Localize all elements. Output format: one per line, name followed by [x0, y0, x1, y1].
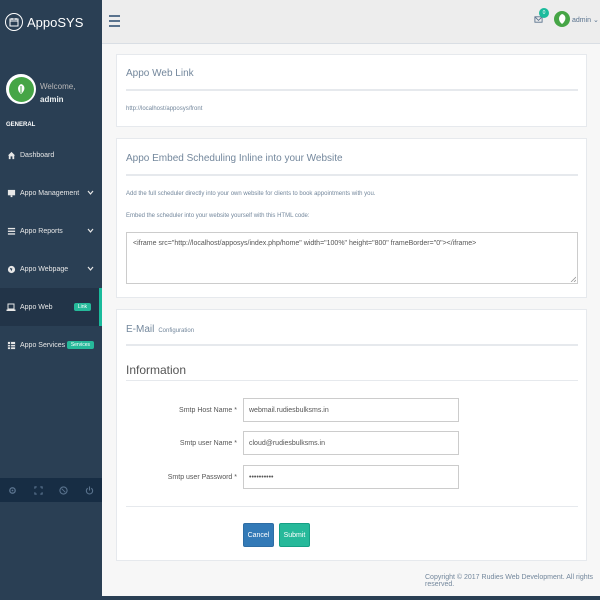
globe-icon: [6, 264, 16, 274]
smtp-password-input[interactable]: ••••••••••: [243, 465, 459, 489]
smtp-host-value: webmail.rudiesbulksms.in: [249, 406, 329, 414]
notification-badge: 0: [539, 8, 549, 18]
sidebar-item-label: Appo Reports: [20, 227, 63, 235]
calendar-icon: [5, 13, 23, 31]
sidebar-item-appo-web[interactable]: Appo Web Link: [0, 288, 102, 326]
smtp-host-input[interactable]: webmail.rudiesbulksms.in: [243, 398, 459, 422]
lock-icon[interactable]: [59, 485, 69, 495]
panel-title: Appo Web Link: [126, 68, 194, 79]
menu-toggle-icon[interactable]: [109, 14, 120, 30]
divider: [126, 89, 578, 91]
chevron-down-icon: [87, 190, 94, 197]
sidebar-item-label: Dashboard: [20, 151, 55, 159]
user-avatar[interactable]: [554, 11, 570, 27]
panel-title: Appo Embed Scheduling Inline into your W…: [126, 153, 343, 164]
smtp-host-label: Smtp Host Name *: [179, 407, 237, 414]
smtp-user-label: Smtp user Name *: [179, 440, 237, 447]
sidebar-item-appo-services[interactable]: Appo Services Services: [0, 326, 102, 364]
laptop-icon: [6, 302, 16, 312]
user-name: admin: [572, 17, 592, 24]
panel-title: E-Mail Configuration: [126, 324, 194, 335]
email-title: E-Mail: [126, 324, 155, 335]
sidebar-item-appo-webpage[interactable]: Appo Webpage: [0, 250, 102, 288]
sidebar-item-dashboard[interactable]: Dashboard: [0, 136, 102, 174]
cancel-button[interactable]: Cancel: [243, 523, 274, 547]
footer-copyright: Copyright © 2017 Rudies Web Development.…: [425, 574, 594, 588]
embed-instruction: Embed the scheduler into your website yo…: [126, 213, 310, 219]
link-badge: Link: [73, 303, 91, 311]
fullscreen-icon[interactable]: [33, 485, 43, 495]
embed-description: Add the full scheduler directly into you…: [126, 191, 376, 197]
chevron-down-icon: [87, 266, 94, 273]
brand-name: AppoSYS: [27, 14, 84, 30]
divider: [126, 506, 578, 507]
sidebar-item-appo-reports[interactable]: Appo Reports: [0, 212, 102, 250]
brand[interactable]: AppoSYS: [0, 0, 102, 44]
avatar: [6, 74, 36, 104]
sidebar-menu: Dashboard Appo Management Appo Reports A…: [0, 136, 102, 364]
welcome-text: Welcome,: [40, 82, 76, 91]
smtp-user-input[interactable]: cloud@rudiesbulksms.in: [243, 431, 459, 455]
resize-grip-icon[interactable]: [570, 276, 577, 283]
chevron-down-icon: [87, 228, 94, 235]
sidebar-item-appo-management[interactable]: Appo Management: [0, 174, 102, 212]
profile: Welcome, admin: [0, 44, 102, 146]
logout-icon[interactable]: [84, 485, 94, 495]
embed-panel: Appo Embed Scheduling Inline into your W…: [116, 138, 587, 298]
section-heading: Information: [126, 363, 187, 377]
services-badge: Services: [66, 341, 94, 349]
email-panel: E-Mail Configuration Information Smtp Hos…: [116, 309, 587, 561]
divider: [126, 174, 578, 176]
list-icon: [6, 226, 16, 236]
bottom-bar: [102, 596, 600, 600]
smtp-password-value: ••••••••••: [249, 473, 274, 481]
embed-code-textarea[interactable]: <iframe src="http://localhost/apposys/in…: [126, 232, 578, 284]
chevron-down-icon: ⌄: [593, 17, 599, 24]
smtp-password-label: Smtp user Password *: [167, 474, 237, 481]
top-navbar: 0 admin ⌄: [102, 0, 600, 44]
web-link-panel: Appo Web Link http://localhost/apposys/f…: [116, 54, 587, 127]
sidebar-item-label: Appo Management: [20, 189, 80, 197]
embed-code: <iframe src="http://localhost/apposys/in…: [133, 240, 477, 247]
profile-username: admin: [40, 95, 64, 104]
divider: [126, 344, 578, 346]
sidebar-item-label: Appo Services: [20, 341, 66, 349]
sidebar-item-label: Appo Web: [20, 303, 53, 311]
submit-button[interactable]: Submit: [279, 523, 310, 547]
user-menu[interactable]: admin ⌄: [572, 16, 599, 24]
sidebar-footer: [0, 478, 102, 502]
smtp-user-value: cloud@rudiesbulksms.in: [249, 439, 325, 447]
desktop-icon: [6, 188, 16, 198]
sidebar-item-label: Appo Webpage: [20, 265, 69, 273]
email-subtitle: Configuration: [158, 328, 195, 334]
table-icon: [6, 340, 16, 350]
web-link-url[interactable]: http://localhost/apposys/front: [126, 106, 202, 112]
sidebar: AppoSYS Welcome, admin GENERAL Dashboard…: [0, 0, 102, 600]
divider: [126, 380, 578, 381]
section-title: GENERAL: [6, 122, 36, 128]
home-icon: [6, 150, 16, 160]
settings-icon[interactable]: [8, 485, 18, 495]
